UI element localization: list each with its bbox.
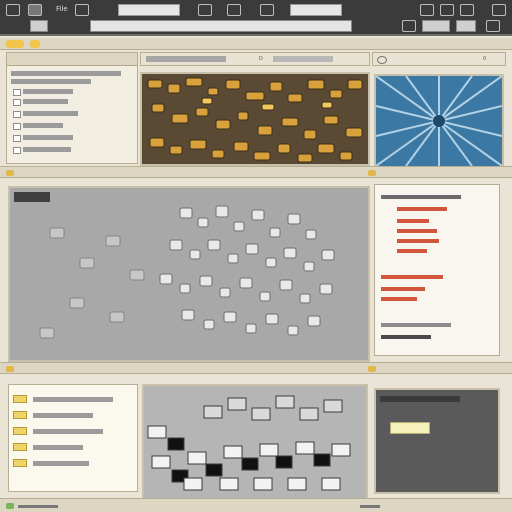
folder-icon-band	[6, 170, 14, 176]
tree-item[interactable]	[23, 111, 78, 116]
expand-icon[interactable]	[13, 135, 21, 142]
bottom-list-panel	[8, 384, 138, 492]
thumbnail-header: D	[140, 52, 370, 66]
button-b[interactable]	[422, 20, 450, 32]
list-icon	[13, 427, 27, 435]
more-icon[interactable]	[486, 20, 500, 32]
refresh-icon[interactable]	[420, 4, 434, 16]
property-row	[381, 287, 425, 291]
tree-item[interactable]	[23, 123, 63, 128]
thumbnail-golden[interactable]	[140, 72, 370, 166]
properties-panel	[374, 184, 500, 356]
list-item[interactable]	[33, 461, 89, 466]
list-icon	[13, 411, 27, 419]
tooltip-box	[390, 422, 430, 434]
status-right-line	[360, 505, 380, 508]
folder-icon-right-2	[368, 366, 376, 372]
sort-icon[interactable]	[260, 4, 274, 16]
main-preview[interactable]	[8, 186, 370, 362]
tree-item[interactable]	[11, 79, 91, 84]
property-row	[381, 297, 417, 301]
tree-item[interactable]	[11, 71, 121, 76]
breadcrumb-field[interactable]	[118, 4, 180, 16]
button-a[interactable]	[30, 20, 48, 32]
expand-icon[interactable]	[13, 111, 21, 118]
blue-radial-pattern	[376, 76, 502, 166]
view-icon[interactable]	[227, 4, 241, 16]
folder-icon-yellow	[6, 40, 24, 48]
thumbnail-blue[interactable]	[374, 74, 504, 168]
property-row	[381, 323, 451, 327]
property-row	[381, 275, 443, 279]
list-item[interactable]	[33, 413, 93, 418]
bottom-right-panel	[374, 388, 500, 494]
button-c[interactable]	[456, 20, 476, 32]
search-icon[interactable]	[402, 20, 416, 32]
menu-file[interactable]: File	[56, 4, 68, 14]
property-row	[397, 239, 439, 243]
bottom-right-header	[380, 396, 460, 402]
status-left-line	[18, 505, 58, 508]
right-header: 0	[372, 52, 506, 66]
status-icon-left	[6, 503, 14, 509]
list-item[interactable]	[33, 397, 113, 402]
address-strip	[0, 38, 512, 50]
folder-icon[interactable]	[198, 4, 212, 16]
list-icon	[13, 443, 27, 451]
tree-item[interactable]	[23, 147, 71, 152]
nav-back-icon[interactable]	[75, 4, 89, 16]
property-row	[381, 335, 431, 339]
tree-item[interactable]	[23, 89, 73, 94]
zoom-field[interactable]: D	[259, 56, 263, 62]
bw-tiles-pattern	[144, 386, 366, 498]
menu-icon[interactable]	[28, 4, 42, 16]
header-field-2[interactable]	[273, 56, 333, 62]
golden-pattern	[142, 74, 368, 164]
list-icon	[13, 459, 27, 467]
expand-icon[interactable]	[13, 89, 21, 96]
tree-panel-top	[6, 52, 138, 164]
list-item[interactable]	[33, 445, 83, 450]
properties-title	[381, 195, 461, 199]
folder-icon-right	[368, 170, 376, 176]
zoom-label[interactable]: 0	[483, 56, 486, 62]
tree-item[interactable]	[23, 99, 68, 104]
top-toolbar: File	[0, 0, 512, 36]
window-min-icon[interactable]	[460, 4, 474, 16]
app-icon	[6, 4, 20, 16]
list-icon	[13, 395, 27, 403]
property-row	[397, 219, 429, 223]
property-row	[397, 249, 427, 253]
tree-panel-header	[7, 53, 137, 66]
section-band	[0, 166, 512, 178]
preview-label-box	[14, 192, 50, 202]
status-bar	[0, 498, 512, 512]
circle-icon[interactable]	[377, 56, 387, 64]
gray-tiles-pattern	[10, 188, 368, 360]
folder-icon-band-2	[6, 366, 14, 372]
property-row	[397, 207, 447, 211]
location-bar[interactable]	[90, 20, 352, 32]
expand-icon[interactable]	[13, 99, 21, 106]
property-row	[397, 229, 437, 233]
window-close-icon[interactable]	[492, 4, 506, 16]
header-field[interactable]	[146, 56, 226, 62]
expand-icon[interactable]	[13, 147, 21, 154]
tree-item[interactable]	[23, 135, 73, 140]
expand-icon[interactable]	[13, 123, 21, 130]
filter-field[interactable]	[290, 4, 342, 16]
settings-icon[interactable]	[440, 4, 454, 16]
thumbnail-bw[interactable]	[142, 384, 368, 500]
section-band-2	[0, 362, 512, 374]
list-item[interactable]	[33, 429, 103, 434]
folder-icon-small	[30, 40, 40, 48]
